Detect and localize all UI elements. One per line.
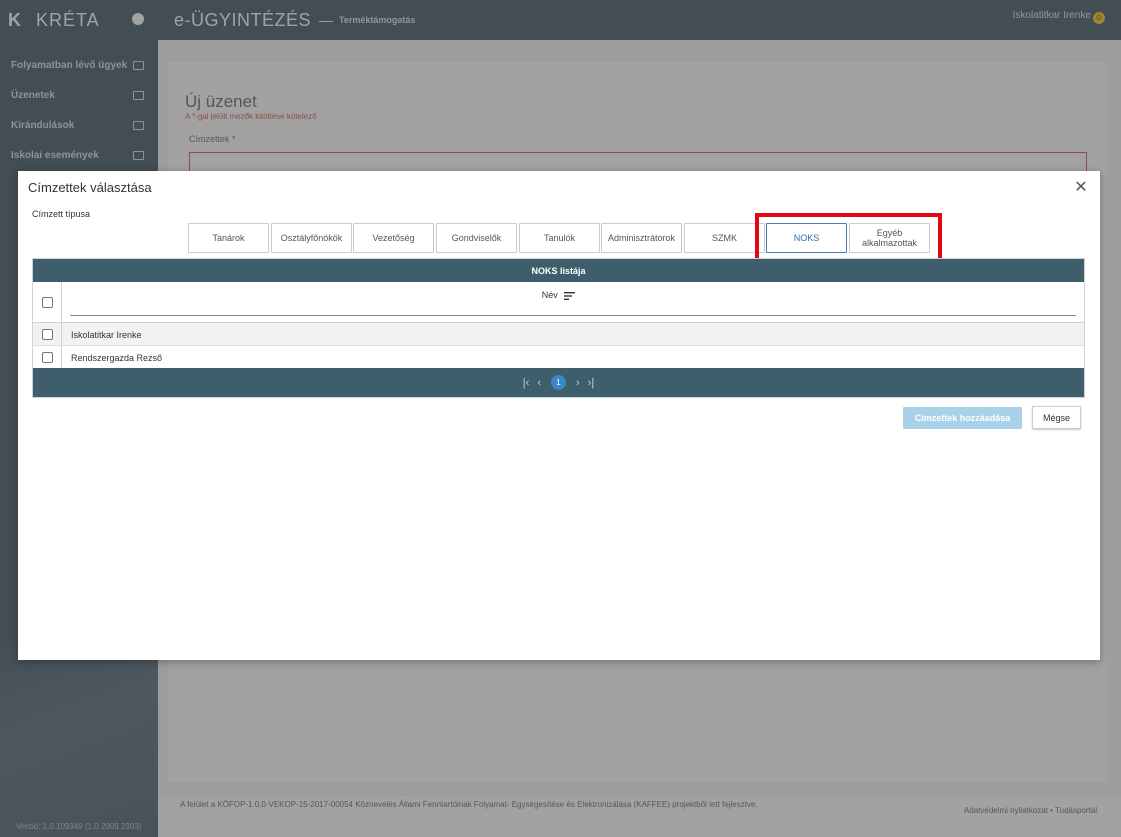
checkbox-cell xyxy=(33,323,62,345)
checkbox-column xyxy=(33,282,62,322)
next-page-icon[interactable]: › xyxy=(576,377,580,389)
tab-teachers[interactable]: Tanárok xyxy=(188,223,269,253)
grid-header-row: Név xyxy=(33,282,1084,323)
add-recipients-button[interactable]: Címzettek hozzáadása xyxy=(903,407,1022,429)
checkbox-cell xyxy=(33,346,62,368)
tab-form-teachers[interactable]: Osztályfőnökök xyxy=(271,223,352,253)
noks-grid: NOKS listája Név Iskolatitkar Irenke Ren… xyxy=(32,258,1085,398)
pagination: |‹ ‹ 1 › ›| xyxy=(33,368,1084,397)
modal-title: Címzettek választása xyxy=(28,180,152,195)
prev-page-icon[interactable]: ‹ xyxy=(537,377,541,389)
last-page-icon[interactable]: ›| xyxy=(588,377,595,389)
grid-title: NOKS listája xyxy=(33,259,1084,282)
column-header-label: Név xyxy=(541,290,558,300)
close-icon[interactable]: ✕ xyxy=(1074,180,1088,196)
tab-management[interactable]: Vezetőség xyxy=(353,223,434,253)
row-name: Iskolatitkar Irenke xyxy=(71,330,142,340)
table-row[interactable]: Iskolatitkar Irenke xyxy=(33,323,1084,346)
page-number[interactable]: 1 xyxy=(551,375,566,390)
row-name: Rendszergazda Rezső xyxy=(71,353,163,363)
sort-icon[interactable] xyxy=(564,291,576,300)
tab-guardians[interactable]: Gondviselők xyxy=(436,223,517,253)
tab-administrators[interactable]: Adminisztrátorok xyxy=(601,223,682,253)
tab-students[interactable]: Tanulók xyxy=(519,223,600,253)
tab-szmk[interactable]: SZMK xyxy=(684,223,765,253)
row-checkbox[interactable] xyxy=(42,329,53,340)
column-header-name[interactable]: Név xyxy=(33,290,1084,300)
table-row[interactable]: Rendszergazda Rezső xyxy=(33,346,1084,369)
recipient-type-label: Címzett típusa xyxy=(32,209,91,219)
recipient-picker-modal: Címzettek választása ✕ Címzett típusa Ta… xyxy=(18,171,1100,660)
row-checkbox[interactable] xyxy=(42,352,53,363)
first-page-icon[interactable]: |‹ xyxy=(523,377,530,389)
name-filter-input[interactable] xyxy=(70,315,1076,316)
cancel-button[interactable]: Mégse xyxy=(1032,406,1081,429)
